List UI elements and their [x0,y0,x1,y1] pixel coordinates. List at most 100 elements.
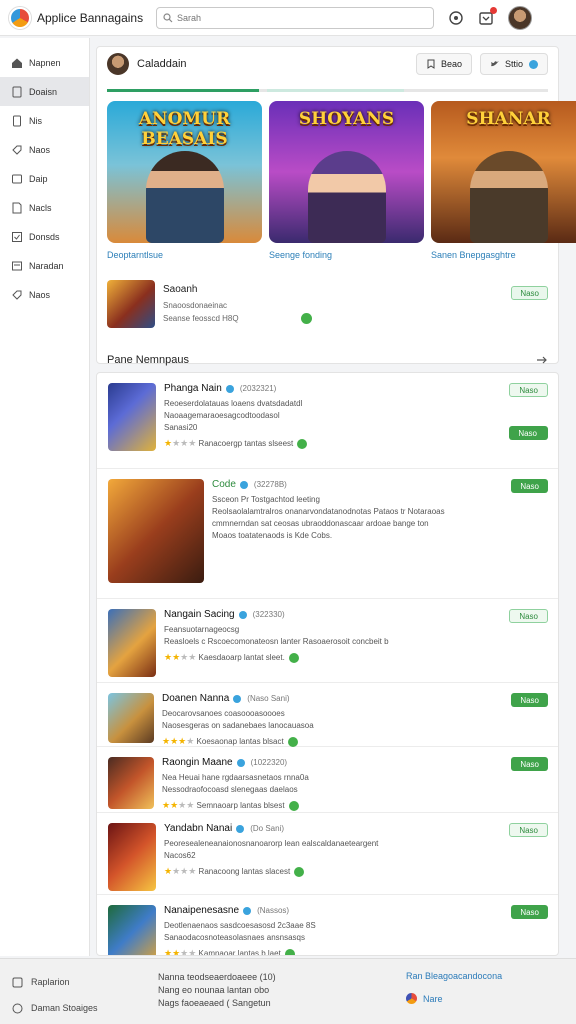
item-description: Naoaagemaraoesagcodtoodasol [164,411,280,420]
sidebar-item[interactable]: Naos [0,280,89,309]
mini-line: Snaoosdonaeinac [163,300,228,310]
item-count: (322330) [252,610,285,619]
rating-text: Semnaoarp lantas blsest [196,801,285,810]
status-icon [294,866,305,877]
list-item[interactable]: Raongin Maane (1022320) Nea Heuai hane rgd… [97,747,558,813]
list-item[interactable]: Nanaipenesasne (Nassos) Deotlenaenaos sasd… [97,895,558,956]
section-title: Pane Nemnpaus [107,354,189,366]
channel-avatar[interactable] [107,53,129,75]
mini-item[interactable]: Saoanh Snaoosdonaeinac Seanse feosscd H8… [97,260,558,328]
user-avatar[interactable] [508,5,532,30]
game-title[interactable]: Doanen Nanna [162,693,229,705]
featured-tile[interactable]: SHANAR Sanen Bnepgasghtre [431,101,576,260]
featured-tiles: ANOMUR BEASAIS Deoptarntlsue SHOYANS See… [97,92,576,260]
item-description: Feansuotarnageocsg [164,625,240,634]
list-item[interactable]: Nangain Sacing (322330) Feansuotarnageocsg… [97,599,558,683]
tile-logo-text: SHANAR [466,109,551,129]
get-button[interactable]: Naso [511,905,548,919]
bookmark-icon [427,59,435,69]
search-input[interactable] [177,12,417,23]
sidebar-item[interactable]: Daip [0,164,89,193]
settings-icon[interactable] [448,10,464,26]
rating-text: Ranacoong lantas slacest [198,867,291,876]
follow-button[interactable]: Naso [509,383,548,397]
footer-user[interactable]: Nare [406,993,502,1004]
section-header[interactable]: Pane Nemnpaus [97,328,558,366]
tile-caption[interactable]: Seenge fonding [269,250,421,260]
verified-icon [233,695,242,703]
sidebar-item[interactable]: Nacls [0,193,89,222]
notification-badge [490,6,497,14]
footer-link[interactable]: Raplarion [12,969,98,995]
tile-caption[interactable]: Sanen Bnepgasghtre [431,250,576,260]
featured-card: Caladdain Beao Sttio ANOMUR BEASAIS Deop… [96,46,576,366]
featured-tile[interactable]: SHOYANS Seenge fonding [269,101,424,260]
main-content: Caladdain Beao Sttio ANOMUR BEASAIS Deop… [96,38,576,956]
tab-indicator [107,89,548,92]
game-title[interactable]: Raongin Maane [162,757,233,769]
get-button[interactable]: Naso [511,757,548,771]
page-icon [13,115,21,126]
notification-icon[interactable] [478,6,497,26]
verified-icon [236,825,245,833]
app-logo[interactable] [9,6,31,29]
game-thumbnail [108,823,156,891]
sidebar-item[interactable]: Nis [0,106,89,135]
list-item[interactable]: Code (32278B) Ssceon Pr Tostgachtod leetin… [97,469,558,599]
sidebar-item[interactable]: Napnen [0,48,89,77]
arrow-right-icon[interactable] [536,355,548,365]
list-icon [12,261,22,270]
tag-icon [12,145,22,155]
note-icon [12,202,22,213]
tile-artwork: ANOMUR BEASAIS [107,101,262,243]
follow-button[interactable]: Naso [509,609,548,623]
game-thumbnail [108,609,156,677]
list-item[interactable]: Doanen Nanna (Naso Sani) Deocarovsanoes co… [97,683,558,747]
game-title[interactable]: Code [212,479,236,491]
sidebar-item[interactable]: Naradan [0,251,89,280]
rating-text: Kaesdaoarp lantat sleet. [198,653,285,662]
game-title[interactable]: Yandabn Nanai [164,823,232,835]
game-title[interactable]: Nangain Sacing [164,609,235,621]
get-button[interactable]: Naso [511,479,548,493]
item-count: (32278B) [253,480,287,489]
top-bar: Applice Bannagains [0,0,576,36]
sidebar-item[interactable]: Donsds [0,222,89,251]
list-item[interactable]: Yandabn Nanai (Do Sani) Peoresealeneanaion… [97,813,558,895]
rating-stars: ★★★★ [164,948,197,956]
status-icon [288,652,299,663]
featured-tile[interactable]: ANOMUR BEASAIS Deoptarntlsue [107,101,262,260]
search-bar[interactable] [156,6,434,29]
featured-title: Caladdain [137,58,187,70]
mini-line: Seanse feosscd H8Q [163,312,511,325]
beao-button-label: Beao [440,59,462,69]
bird-icon [490,61,499,67]
game-title[interactable]: Nanaipenesasne [164,905,239,917]
list-item[interactable]: Phanga Nain (2032321) Reoeserdolatauas loa… [97,373,558,469]
mini-thumbnail [107,280,155,328]
get-button[interactable]: Naso [511,693,548,707]
beao-button[interactable]: Beao [415,53,472,75]
rating-text: Koesaonap lantas blsact [196,737,284,746]
verified-icon [225,385,234,393]
footer-info: Nanna teodseaerdoaeee (10) Nang eo nouna… [158,972,276,1008]
tile-logo-text: SHOYANS [298,109,395,129]
sidebar-item-label: Naradan [29,260,64,271]
get-button[interactable]: Naso [509,426,548,440]
status-icon [284,948,295,955]
footer-right-link[interactable]: Ran Bleagoacandocona [406,971,502,981]
app-title: Applice Bannagains [37,10,144,25]
sidebar-item[interactable]: Doaisn [0,77,89,106]
footer-link[interactable]: Daman Stoaiges [12,995,98,1021]
share-button[interactable]: Sttio [479,53,548,75]
game-thumbnail [108,479,204,583]
rating-text: Kamnaoar lantas b laet [198,949,281,956]
folder-icon [12,174,22,183]
mini-tag-button[interactable]: Naso [511,286,548,300]
tile-caption[interactable]: Deoptarntlsue [107,250,259,260]
footer: Raplarion Daman Stoaiges Nanna teodseaer… [0,958,576,1024]
game-title[interactable]: Phanga Nain [164,383,222,395]
sidebar-item[interactable]: Naos [0,135,89,164]
item-description: Peoresealeneanaionosnanoarorp lean ealsc… [164,839,379,848]
follow-button[interactable]: Naso [509,823,548,837]
